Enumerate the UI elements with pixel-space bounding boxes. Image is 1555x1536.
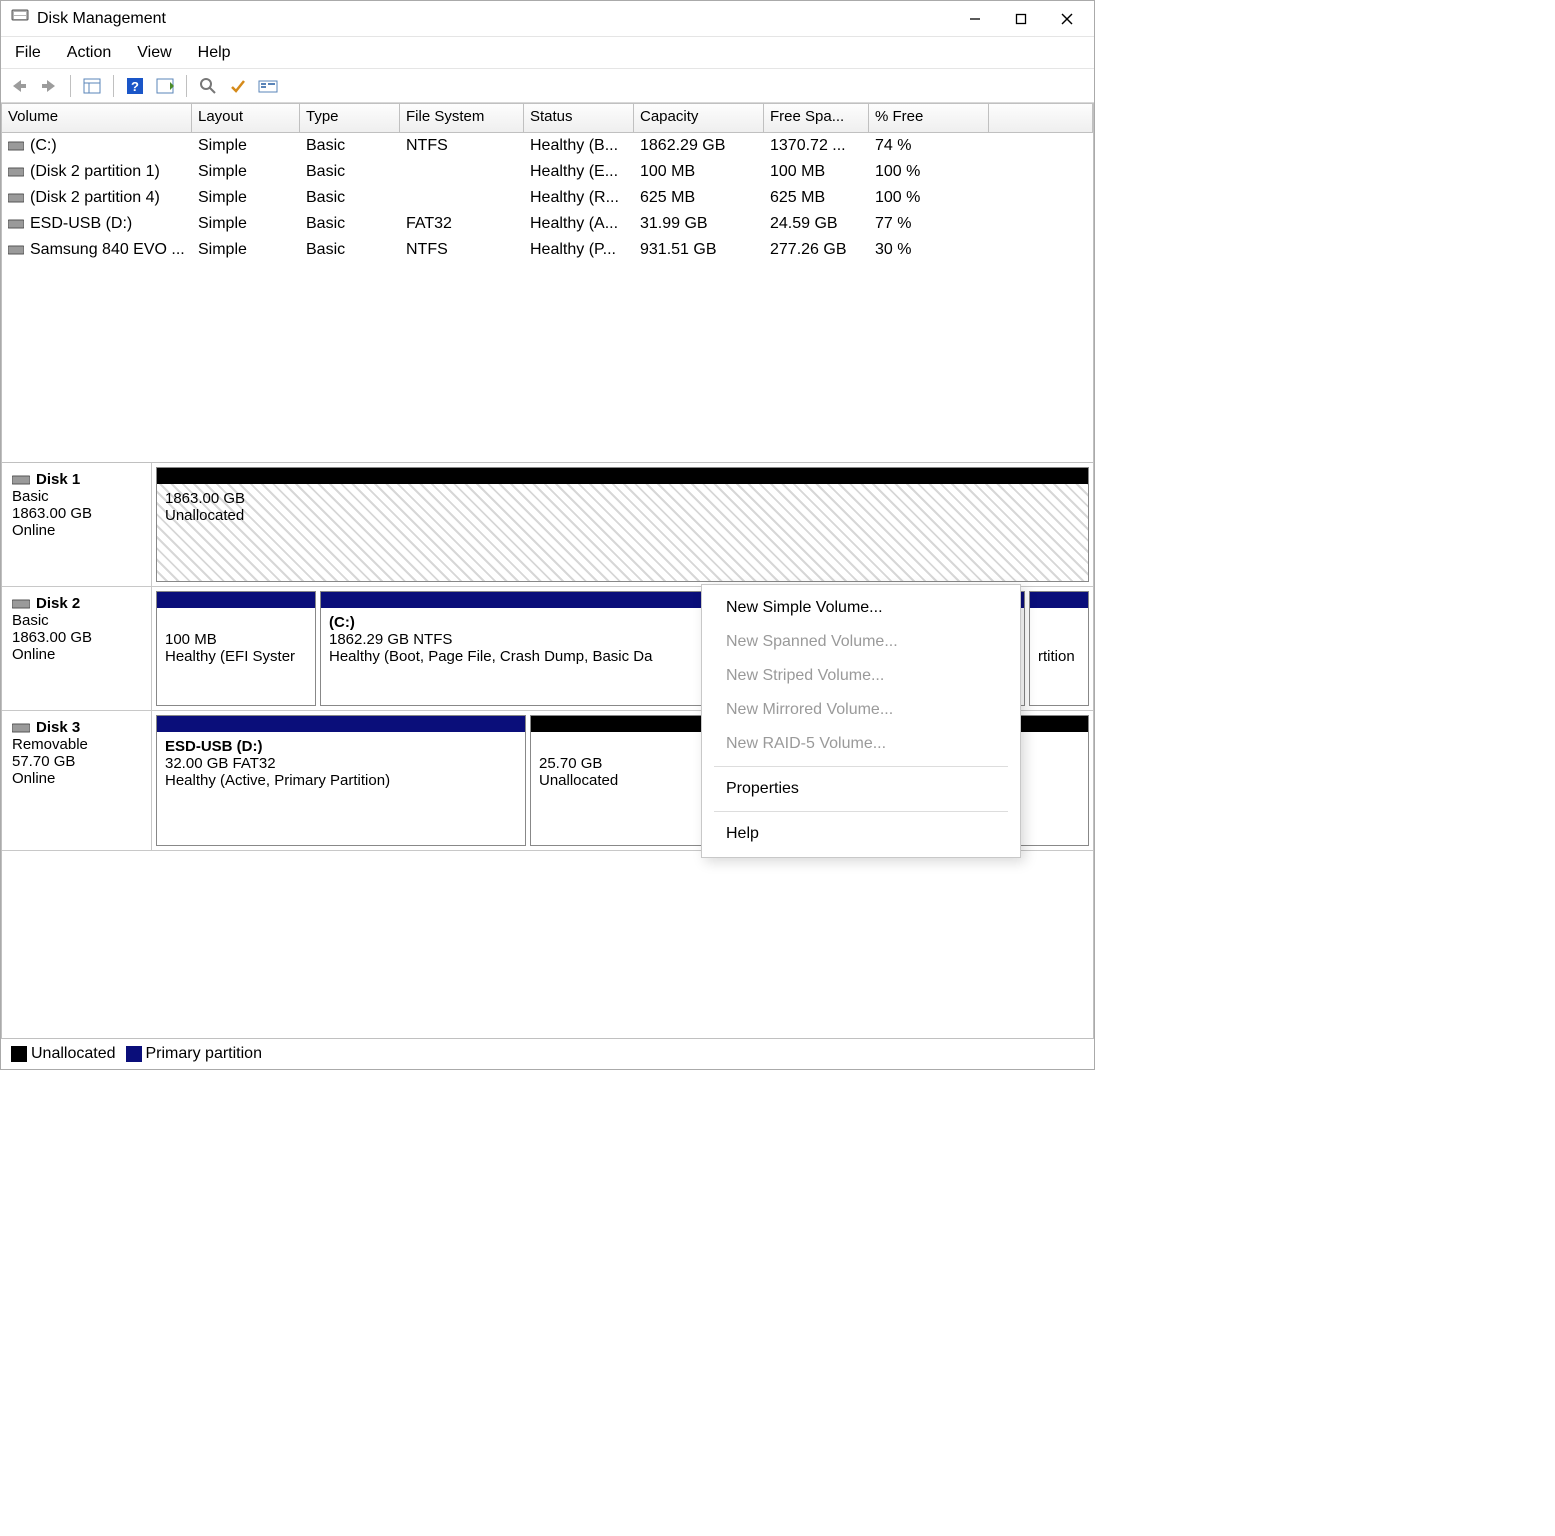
disk-type: Removable [12,736,141,753]
settings-button[interactable] [153,74,177,98]
partition-detail: 32.00 GB FAT32 [165,755,517,772]
col-header-pctfree[interactable]: % Free [869,104,989,132]
col-header-layout[interactable]: Layout [192,104,300,132]
ctx-new-simple-volume[interactable]: New Simple Volume... [702,591,1020,625]
disk-size: 57.70 GB [12,753,141,770]
help-button[interactable]: ? [123,74,147,98]
volume-row[interactable]: Samsung 840 EVO ...SimpleBasicNTFSHealth… [2,237,1093,263]
partition-esd-usb[interactable]: ESD-USB (D:) 32.00 GB FAT32 Healthy (Act… [156,715,526,846]
disk-info-1[interactable]: Disk 1 Basic 1863.00 GB Online [2,463,152,586]
ctx-help[interactable]: Help [702,817,1020,851]
menu-action[interactable]: Action [67,44,111,62]
toolbar: ? [1,69,1094,103]
legend: Unallocated Primary partition [1,1039,1094,1069]
col-header-volume[interactable]: Volume [2,104,192,132]
legend-label-primary: Primary partition [146,1045,262,1062]
ctx-new-striped-volume: New Striped Volume... [702,659,1020,693]
partition-recovery[interactable]: rtition [1029,591,1089,706]
disk-info-3[interactable]: Disk 3 Removable 57.70 GB Online [2,711,152,850]
partition-state: Healthy (EFI Syster [165,648,307,665]
disk-size: 1863.00 GB [12,505,141,522]
ctx-new-spanned-volume: New Spanned Volume... [702,625,1020,659]
col-header-fs[interactable]: File System [400,104,524,132]
context-menu: New Simple Volume... New Spanned Volume.… [701,584,1021,858]
disk-name: Disk 2 [36,595,80,612]
disk-status: Online [12,646,141,663]
partition-size: 1863.00 GB [165,490,1080,507]
disk-size: 1863.00 GB [12,629,141,646]
disk-row-1: Disk 1 Basic 1863.00 GB Online 1863.00 G… [2,463,1093,587]
ctx-new-raid5-volume: New RAID-5 Volume... [702,727,1020,761]
disk-type: Basic [12,488,141,505]
volume-list-header: Volume Layout Type File System Status Ca… [2,104,1093,133]
svg-text:?: ? [131,79,139,94]
partition-state: Healthy (Active, Primary Partition) [165,772,517,789]
disk-status: Online [12,522,141,539]
maximize-button[interactable] [998,3,1044,35]
partition-bar [157,592,315,608]
volume-row[interactable]: (Disk 2 partition 1)SimpleBasicHealthy (… [2,159,1093,185]
col-header-capacity[interactable]: Capacity [634,104,764,132]
menu-file[interactable]: File [15,44,41,62]
partition-bar [157,468,1088,484]
disk-name: Disk 3 [36,719,80,736]
forward-button[interactable] [37,74,61,98]
ctx-new-mirrored-volume: New Mirrored Volume... [702,693,1020,727]
action-button[interactable] [226,74,250,98]
volume-list: Volume Layout Type File System Status Ca… [1,103,1094,463]
titlebar: Disk Management [1,1,1094,37]
menubar: File Action View Help [1,37,1094,69]
legend-swatch-primary [126,1046,142,1062]
menu-view[interactable]: View [137,44,171,62]
partition-state: Unallocated [165,507,1080,524]
partition-unallocated[interactable]: 1863.00 GB Unallocated [156,467,1089,582]
show-hide-tree-button[interactable] [80,74,104,98]
col-header-extra[interactable] [989,104,1093,132]
back-button[interactable] [7,74,31,98]
disk-status: Online [12,770,141,787]
partition-bar [1030,592,1088,608]
volume-row[interactable]: (Disk 2 partition 4)SimpleBasicHealthy (… [2,185,1093,211]
volume-row[interactable]: ESD-USB (D:)SimpleBasicFAT32Healthy (A..… [2,211,1093,237]
ctx-properties[interactable]: Properties [702,772,1020,806]
app-icon [11,7,29,30]
col-header-free[interactable]: Free Spa... [764,104,869,132]
disk-management-window: Disk Management File Action View Help [0,0,1095,1070]
disk-type: Basic [12,612,141,629]
close-button[interactable] [1044,3,1090,35]
partition-title: ESD-USB (D:) [165,738,517,755]
partition-state: rtition [1038,648,1080,665]
refresh-button[interactable] [196,74,220,98]
window-title: Disk Management [37,10,166,28]
disk-info-2[interactable]: Disk 2 Basic 1863.00 GB Online [2,587,152,710]
legend-swatch-unallocated [11,1046,27,1062]
minimize-button[interactable] [952,3,998,35]
col-header-type[interactable]: Type [300,104,400,132]
partition-bar [157,716,525,732]
col-header-status[interactable]: Status [524,104,634,132]
disk-name: Disk 1 [36,471,80,488]
partition-size: 100 MB [165,631,307,648]
volume-row[interactable]: (C:)SimpleBasicNTFSHealthy (B...1862.29 … [2,133,1093,159]
menu-help[interactable]: Help [198,44,231,62]
legend-label-unallocated: Unallocated [31,1045,116,1062]
partition-efi[interactable]: 100 MB Healthy (EFI Syster [156,591,316,706]
properties-button[interactable] [256,74,280,98]
